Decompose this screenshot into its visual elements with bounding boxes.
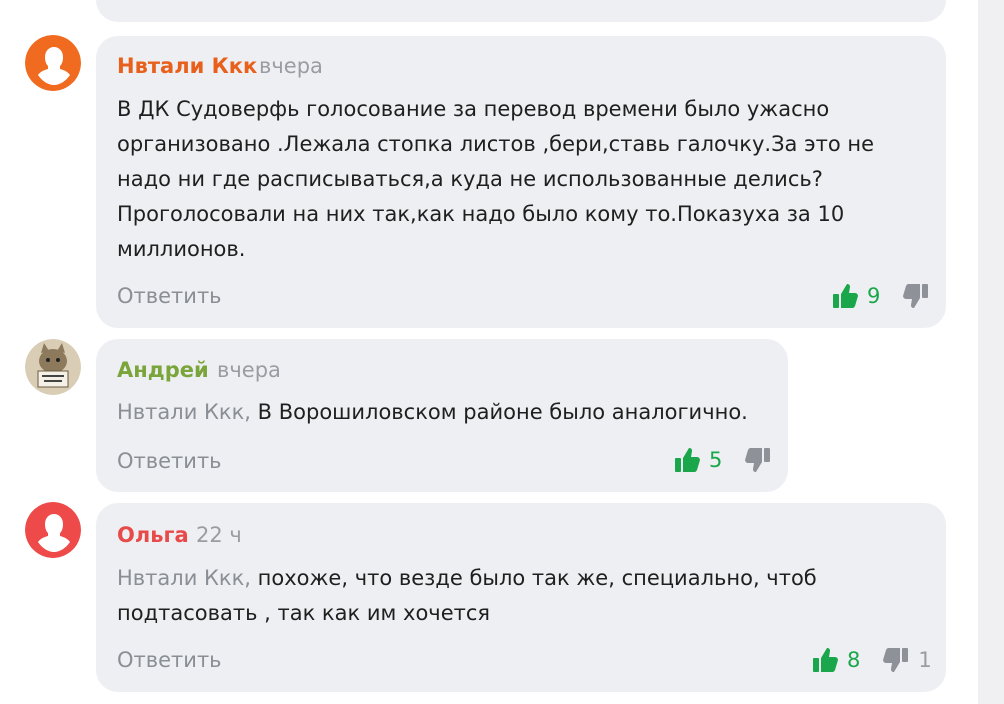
mention-link[interactable]: Нвтали Ккк, [117, 566, 251, 590]
comment-text: Нвтали Ккк, В Ворошиловском районе было … [117, 395, 767, 430]
previous-comment-bubble [96, 0, 946, 22]
reply-button[interactable]: Ответить [117, 648, 222, 672]
like-button[interactable] [831, 282, 859, 310]
like-count: 8 [847, 648, 861, 672]
mention-link[interactable]: Нвтали Ккк, [117, 400, 251, 424]
scrollbar[interactable] [978, 0, 1004, 704]
thumbs-down-icon [883, 648, 909, 672]
comment-text: В ДК Судоверфь голосование за перевод вр… [117, 97, 875, 261]
comment-time: 22 ч [196, 523, 242, 547]
avatar[interactable] [25, 35, 81, 91]
user-silhouette-icon [25, 502, 81, 558]
like-count: 9 [867, 284, 881, 308]
comment-time: вчера [217, 358, 281, 382]
vote-controls: 9 [831, 282, 938, 310]
avatar[interactable] [25, 502, 81, 558]
comment-author[interactable]: Андрей [117, 358, 209, 382]
comment-author[interactable]: Нвтали Ккк [117, 54, 257, 78]
thumbs-up-icon [675, 448, 700, 472]
vote-controls: 8 1 [811, 646, 932, 674]
like-button[interactable] [673, 446, 701, 474]
reply-button[interactable]: Ответить [117, 284, 222, 308]
like-button[interactable] [811, 646, 839, 674]
thumbs-up-icon [833, 284, 858, 308]
thumbs-up-icon [813, 648, 838, 672]
dislike-button[interactable] [744, 446, 772, 474]
avatar[interactable] [25, 339, 81, 395]
thumbs-down-icon [903, 284, 929, 308]
like-count: 5 [709, 448, 723, 472]
comment-author[interactable]: Ольга [117, 523, 189, 547]
reply-button[interactable]: Ответить [117, 449, 222, 473]
dislike-button[interactable] [882, 646, 910, 674]
comment-time: вчера [259, 54, 323, 78]
dislike-button[interactable] [902, 282, 930, 310]
vote-controls: 5 [673, 446, 780, 474]
comment-body: В Ворошиловском районе было аналогично. [257, 400, 748, 424]
comment-text: Нвтали Ккк, похоже, что везде было так ж… [117, 561, 897, 631]
dislike-count: 1 [918, 648, 932, 672]
thumbs-down-icon [745, 448, 771, 472]
cat-photo-icon [25, 339, 81, 395]
user-silhouette-icon [25, 35, 81, 91]
